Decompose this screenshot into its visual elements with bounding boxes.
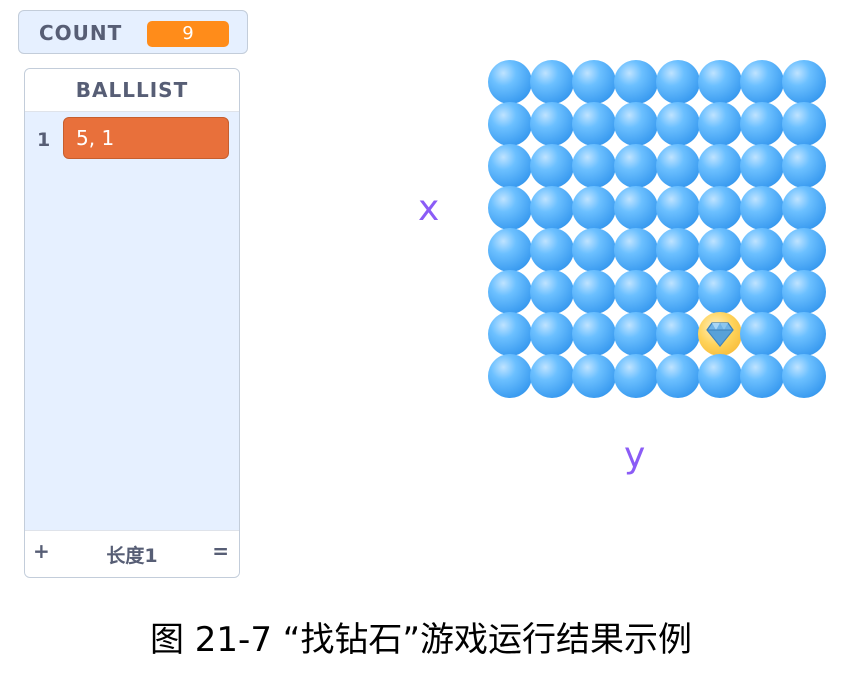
ball[interactable] [656,144,700,188]
ball[interactable] [740,144,784,188]
ball[interactable] [656,270,700,314]
ball[interactable] [782,228,826,272]
ball[interactable] [698,60,742,104]
x-axis-label: x [418,188,440,229]
list-item[interactable]: 5, 1 [63,117,229,159]
list-footer: + 长度1 = [25,530,239,577]
figure-caption: 图 21-7 “找钻石”游戏运行结果示例 [149,620,692,660]
ball[interactable] [782,102,826,146]
ball[interactable] [614,102,658,146]
list-item-index: 1 [37,129,51,151]
list-length: 长度1 [106,545,158,567]
ball[interactable] [740,270,784,314]
ball[interactable] [488,60,532,104]
ball[interactable] [572,144,616,188]
ball[interactable] [740,60,784,104]
ball[interactable] [614,228,658,272]
ball[interactable] [698,270,742,314]
ball[interactable] [740,354,784,398]
ball[interactable] [572,102,616,146]
ball[interactable] [782,144,826,188]
ball[interactable] [530,102,574,146]
ball[interactable] [698,186,742,230]
ball[interactable] [530,354,574,398]
ball[interactable] [740,102,784,146]
ball[interactable] [656,60,700,104]
ball[interactable] [488,228,532,272]
ball[interactable] [656,354,700,398]
ball[interactable] [614,354,658,398]
ball[interactable] [488,354,532,398]
ball[interactable] [530,60,574,104]
ball[interactable] [698,228,742,272]
ball[interactable] [530,228,574,272]
ball[interactable] [698,354,742,398]
ball[interactable] [530,144,574,188]
ball[interactable] [572,354,616,398]
ball[interactable] [782,354,826,398]
ball[interactable] [656,228,700,272]
ball[interactable] [698,144,742,188]
ball-grid [488,60,828,398]
ball[interactable] [488,186,532,230]
ball[interactable] [530,270,574,314]
ball[interactable] [740,312,784,356]
ball[interactable] [530,186,574,230]
y-axis-label: y [624,435,646,476]
ball[interactable] [572,60,616,104]
ball[interactable] [488,312,532,356]
count-variable-monitor: COUNT 9 [18,10,248,54]
count-label: COUNT [39,21,123,45]
list-title: BALLLIST [25,69,239,112]
resize-handle[interactable]: = [212,539,229,563]
ball[interactable] [782,186,826,230]
ball[interactable] [530,312,574,356]
ball[interactable] [572,312,616,356]
ball[interactable] [614,270,658,314]
ball[interactable] [656,312,700,356]
ball[interactable] [488,270,532,314]
ball[interactable] [488,144,532,188]
ball[interactable] [740,186,784,230]
ball[interactable] [614,60,658,104]
ball[interactable] [782,312,826,356]
ball[interactable] [572,228,616,272]
ball[interactable] [572,186,616,230]
diamond-ball[interactable] [698,312,742,356]
ball[interactable] [656,102,700,146]
ball[interactable] [782,270,826,314]
ball[interactable] [572,270,616,314]
ball[interactable] [782,60,826,104]
diamond-icon [706,322,734,347]
ball[interactable] [614,186,658,230]
ball[interactable] [740,228,784,272]
ball[interactable] [614,312,658,356]
ball[interactable] [488,102,532,146]
ball[interactable] [656,186,700,230]
ball[interactable] [614,144,658,188]
ball[interactable] [698,102,742,146]
count-value: 9 [147,21,229,47]
balllist-list-monitor: BALLLIST 1 5, 1 + 长度1 = [24,68,240,578]
